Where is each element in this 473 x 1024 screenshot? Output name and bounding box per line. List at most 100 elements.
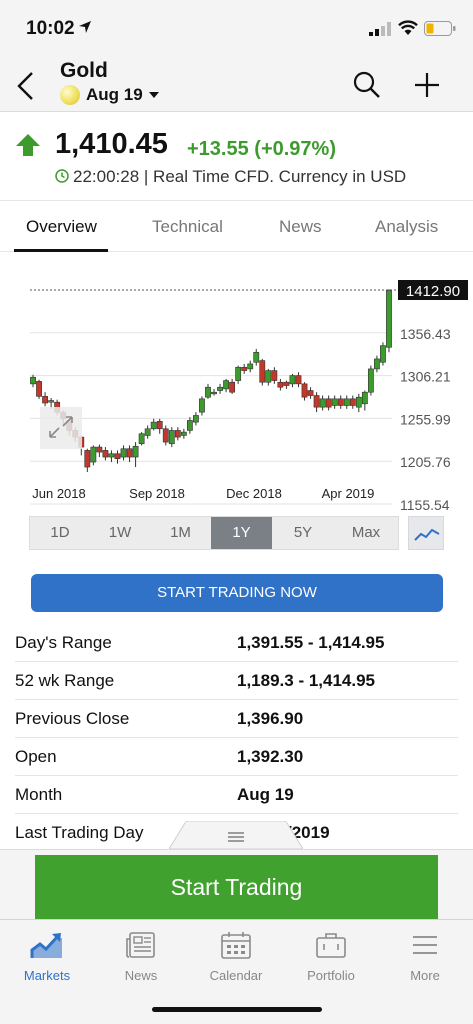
chart-type-button[interactable] (408, 516, 444, 550)
more-icon (413, 936, 437, 954)
stat-label: 52 wk Range (15, 671, 115, 690)
line-chart-icon (414, 528, 440, 541)
range-max[interactable]: Max (334, 517, 398, 549)
stat-label: Open (15, 747, 57, 766)
tabbar-label: Calendar (209, 968, 263, 983)
candle-body (211, 391, 217, 395)
home-indicator (152, 1007, 322, 1012)
tabbar-item-markets[interactable]: Markets (2, 928, 92, 988)
markets-icon (30, 933, 62, 958)
stat-label: Day's Range (15, 633, 112, 652)
candle-body (386, 290, 392, 348)
range-1d[interactable]: 1D (30, 517, 90, 549)
candle-body (319, 398, 326, 408)
expand-icon (49, 416, 73, 438)
tab-news[interactable]: News (279, 217, 322, 237)
candle-body (241, 366, 248, 371)
range-5y[interactable]: 5Y (272, 517, 334, 549)
candle-body (301, 383, 308, 398)
drawer-handle[interactable] (169, 821, 303, 849)
candle-body (374, 358, 380, 370)
candle-body (265, 370, 272, 383)
y-tick-label: 1255.99 (400, 411, 451, 427)
status-bar: 10:02 (0, 0, 473, 56)
candle-body (349, 398, 356, 406)
contract-selector[interactable]: Aug 19 (60, 84, 159, 106)
candle-body (217, 386, 223, 391)
section-tabs: Overview Technical News Analysis (0, 200, 473, 252)
candle-body (156, 420, 163, 430)
candle-body (343, 398, 350, 406)
candle-body (271, 370, 278, 381)
y-tick-label: 1356.43 (400, 326, 451, 342)
candle-body (199, 398, 205, 413)
stat-row: Open 1,392.30 (15, 738, 458, 776)
start-trading-now-button[interactable]: START TRADING NOW (31, 574, 443, 612)
up-arrow-icon (16, 134, 40, 156)
wifi-icon (398, 20, 418, 35)
add-icon[interactable] (412, 70, 442, 100)
tab-technical[interactable]: Technical (152, 217, 223, 237)
price-change: +13.55 (+0.97%) (187, 138, 336, 160)
candle-body (186, 420, 193, 431)
stat-row: 52 wk Range 1,189.3 - 1,414.95 (15, 662, 458, 700)
candle-body (48, 400, 55, 403)
expand-chart-button[interactable] (40, 407, 82, 449)
candle-body (150, 421, 157, 430)
stat-value: 1,392.30 (237, 747, 304, 766)
candle-body (361, 391, 368, 405)
portfolio-icon (316, 933, 346, 958)
candle-body (168, 430, 175, 445)
candle-body (108, 453, 115, 458)
tab-overview[interactable]: Overview (26, 217, 97, 237)
tabbar-item-calendar[interactable]: Calendar (191, 928, 281, 988)
tab-analysis[interactable]: Analysis (375, 217, 438, 237)
x-tick-label: Jun 2018 (32, 486, 86, 501)
range-1y[interactable]: 1Y (211, 517, 272, 549)
tabbar-item-more[interactable]: More (380, 928, 470, 988)
candle-body (174, 430, 181, 438)
candle-body (223, 380, 229, 390)
stat-label: Last Trading Day (15, 823, 144, 842)
y-tick-label: 1155.54 (400, 497, 450, 512)
stat-row: Month Aug 19 (15, 776, 458, 814)
stat-label: Previous Close (15, 709, 130, 728)
search-icon[interactable] (352, 70, 382, 100)
price-chart[interactable]: 1412.90 1356.43 1306.21 1255.99 1205.76 1155.… (0, 252, 473, 512)
candle-body (253, 351, 260, 363)
stat-row: Previous Close 1,396.90 (15, 700, 458, 738)
stat-value: 1,396.90 (237, 709, 304, 728)
candle-body (325, 398, 332, 408)
candle-body (331, 398, 338, 406)
start-trading-button[interactable]: Start Trading (35, 855, 438, 919)
candle-body (229, 381, 236, 393)
candle-body (138, 433, 145, 445)
tabbar-item-news[interactable]: News (96, 928, 186, 988)
news-icon (126, 932, 155, 958)
y-tick-label: 1412.90 (406, 283, 460, 300)
instrument-title: Gold (60, 59, 108, 82)
candle-body (247, 363, 254, 370)
clock-icon (55, 169, 69, 183)
back-chevron-icon[interactable] (14, 70, 38, 102)
candle-body (295, 375, 302, 385)
candle-body (132, 445, 139, 458)
range-1w[interactable]: 1W (90, 517, 150, 549)
tabbar-label: Markets (23, 968, 71, 983)
candle-body (367, 368, 374, 393)
candle-body (162, 428, 169, 443)
tabbar-item-portfolio[interactable]: Portfolio (286, 928, 376, 988)
candle-body (36, 381, 42, 397)
range-1m[interactable]: 1M (150, 517, 211, 549)
candle-body (114, 453, 121, 460)
status-time: 10:02 (26, 18, 75, 39)
stat-value: Aug 19 (237, 785, 294, 804)
candle-body (144, 428, 151, 436)
candle-body (42, 396, 48, 404)
quote-panel: 1,410.45 +13.55 (+0.97%) 22:00:28 | Real… (0, 112, 473, 200)
y-tick-label: 1306.21 (400, 369, 451, 385)
candle-body (283, 381, 290, 386)
nav-bar: Gold Aug 19 (0, 56, 473, 112)
candle-body (380, 345, 386, 363)
caret-down-icon (148, 92, 159, 98)
